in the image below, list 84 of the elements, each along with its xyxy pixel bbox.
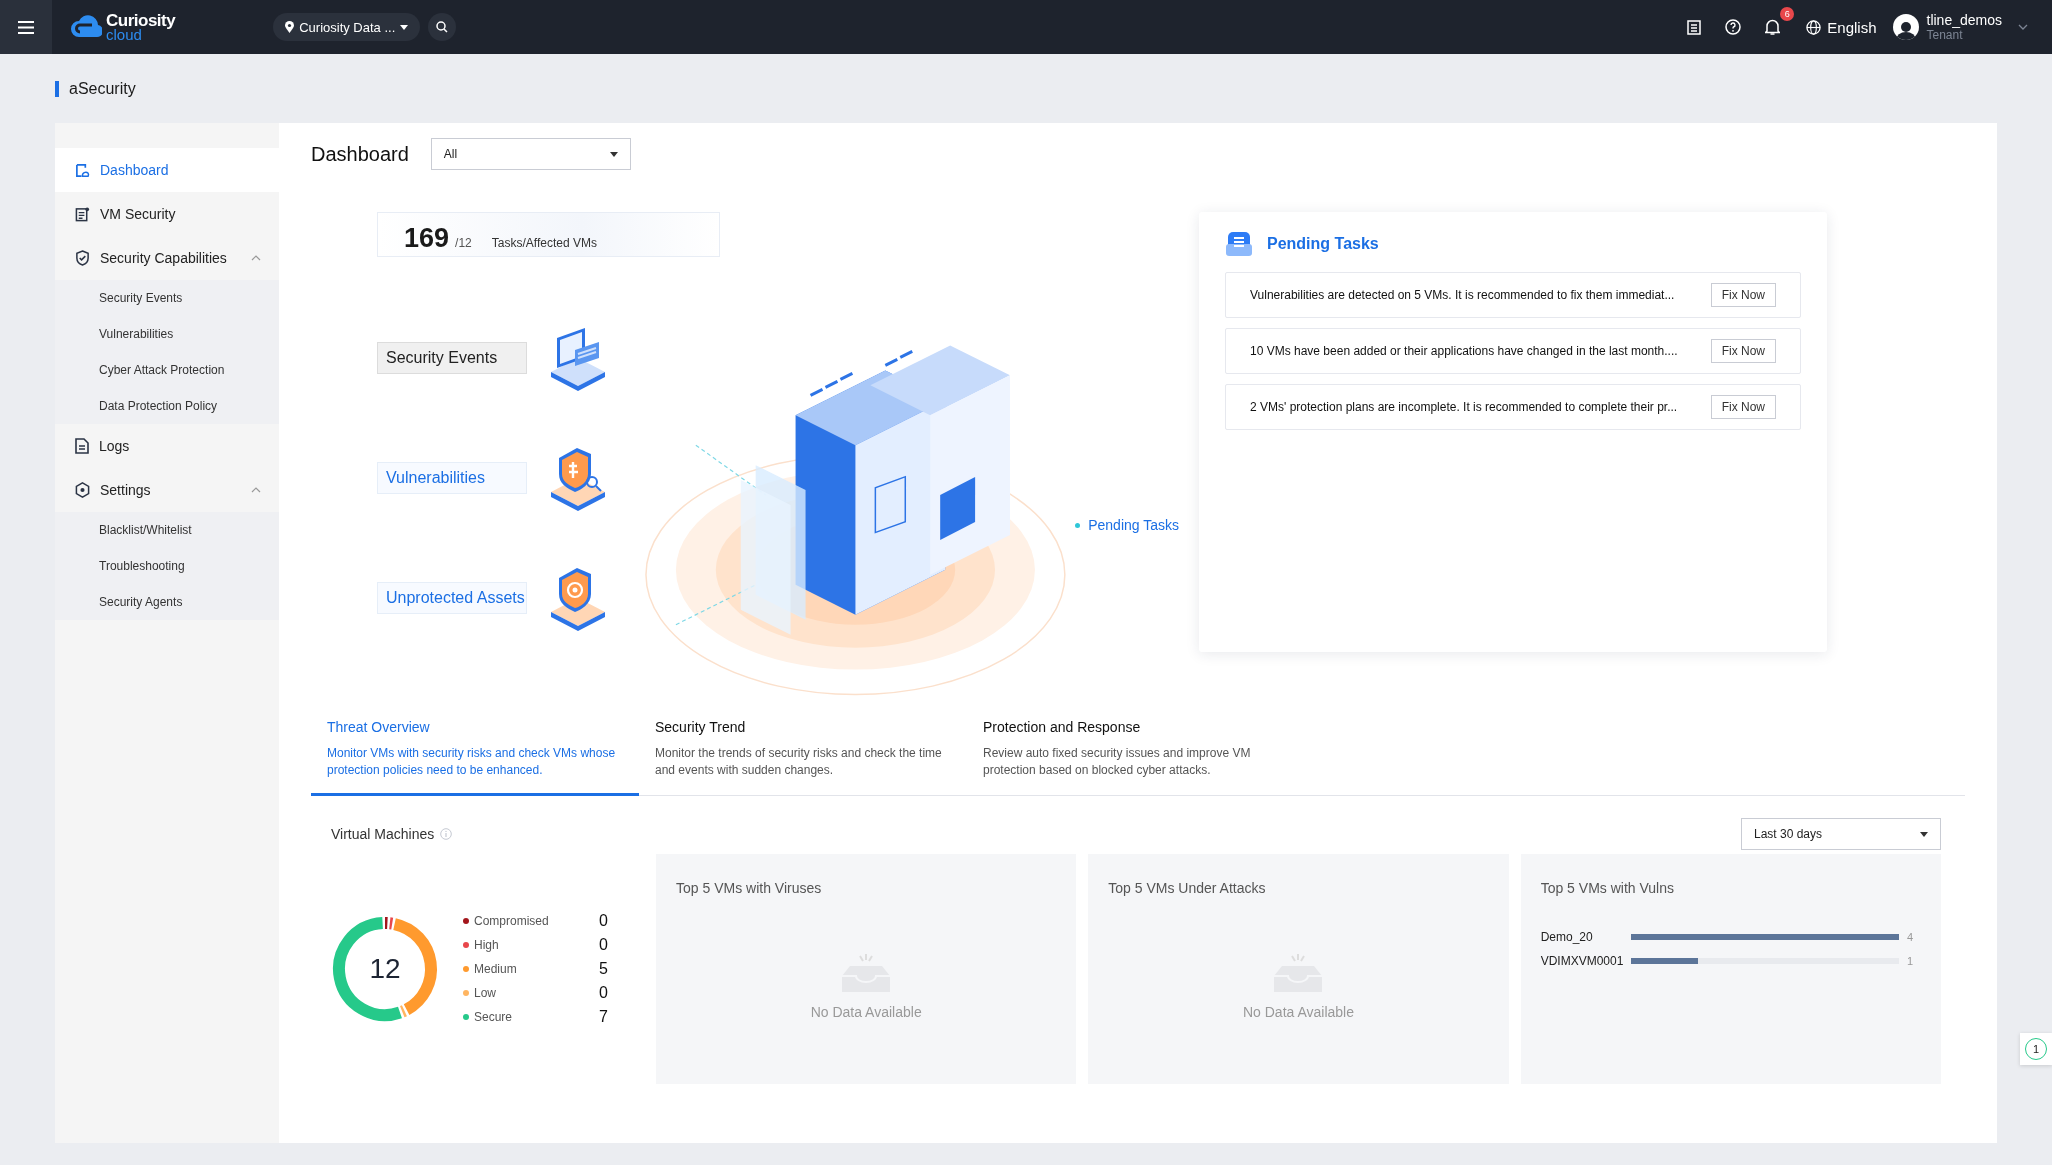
task-text: 2 VMs' protection plans are incomplete. It is recommended to complete their pr... <box>1250 400 1678 414</box>
nav-subitem[interactable]: Blacklist/Whitelist <box>55 512 279 548</box>
tab[interactable]: Protection and Response Review auto fixed security issues and improve VM protection based on blocked cyber attacks. <box>967 705 1295 796</box>
fix-now-button[interactable]: Fix Now <box>1710 283 1776 307</box>
vm-count: /12 <box>455 236 472 250</box>
pending-tasks-link[interactable]: Pending Tasks <box>1075 517 1179 533</box>
nav-item[interactable]: Dashboard <box>55 148 279 192</box>
nav-subitem[interactable]: Cyber Attack Protection <box>55 352 279 388</box>
stat-label: Tasks/Affected VMs <box>491 236 597 250</box>
fix-now-button[interactable]: Fix Now <box>1710 395 1776 419</box>
tab[interactable]: Security Trend Monitor the trends of security risks and check the time and events with sudden changes. <box>639 705 967 796</box>
nav-subitem[interactable]: Data Protection Policy <box>55 388 279 424</box>
document-icon <box>75 206 90 222</box>
feature-link[interactable]: Unprotected Assets <box>377 582 527 614</box>
location-pin-icon <box>285 21 295 33</box>
clipboard-icon <box>1687 19 1702 35</box>
vm-name: VDIMXVM0001 <box>1540 954 1623 968</box>
logo-name: Curiosity <box>106 12 176 28</box>
caret-icon <box>609 151 618 157</box>
task-text: 10 VMs have been added or their applications have changed in the last month.... <box>1250 344 1678 358</box>
nav-item[interactable]: Security Capabilities <box>55 236 279 280</box>
panel-title: Top 5 VMs with Viruses <box>676 880 823 896</box>
bar-value: 1 <box>1907 955 1915 967</box>
menu-button[interactable] <box>0 0 52 54</box>
nav-subitem[interactable]: Troubleshooting <box>55 548 279 584</box>
feature-link[interactable]: Security Events <box>377 342 527 374</box>
legend-label: Low <box>474 986 497 1000</box>
legend-label: Compromised <box>474 914 550 928</box>
avatar-icon <box>1892 14 1919 40</box>
info-icon <box>440 828 453 840</box>
settings-icon <box>75 482 90 498</box>
logo-subtitle: cloud <box>106 27 142 42</box>
nav-subitem[interactable]: Security Agents <box>55 584 279 620</box>
cloud-logo-icon <box>70 15 102 39</box>
nav-item[interactable]: Settings <box>55 468 279 512</box>
language-selector[interactable]: English <box>1806 18 1877 36</box>
nav-subitem[interactable]: Vulnerabilities <box>55 316 279 352</box>
legend-count: 5 <box>599 960 608 978</box>
globe-icon <box>1806 19 1822 35</box>
bar-value: 4 <box>1907 931 1915 943</box>
app-title: aSecurity <box>69 79 136 98</box>
panel-title: Top 5 VMs with Vulns <box>1540 880 1675 896</box>
search-button[interactable] <box>428 13 457 41</box>
legend-count: 7 <box>599 1008 608 1026</box>
task-text: Vulnerabilities are detected on 5 VMs. It is recommended to fix them immediat... <box>1250 288 1675 302</box>
nav-item[interactable]: VM Security <box>55 192 279 236</box>
empty-message: No Data Available <box>810 1004 922 1020</box>
legend-label: Medium <box>474 962 518 976</box>
fix-now-button[interactable]: Fix Now <box>1710 339 1776 363</box>
bell-icon <box>1765 19 1781 35</box>
user-menu[interactable]: tline_demos Tenant <box>1892 12 2028 42</box>
page-title: Dashboard <box>311 142 409 166</box>
user-name: tline_demos <box>1926 12 2002 28</box>
dashboard-icon <box>75 162 90 178</box>
search-icon <box>436 21 449 33</box>
vm-total: 12 <box>369 955 401 983</box>
nav-subitem[interactable]: Security Events <box>55 280 279 316</box>
shield-icon <box>75 250 90 266</box>
scope-dropdown[interactable]: All <box>430 138 631 170</box>
tasks-icon <box>1225 230 1253 258</box>
caret-icon <box>400 24 409 30</box>
document-icon <box>75 438 89 454</box>
panel-title: Top 5 VMs Under Attacks <box>1108 880 1267 896</box>
legend-count: 0 <box>599 912 608 930</box>
section-title: Virtual Machines <box>331 826 435 842</box>
legend-label: High <box>474 938 500 952</box>
chevron-down-icon <box>2018 24 2028 30</box>
tab[interactable]: Threat Overview Monitor VMs with security risks and check VMs whose protection policies need to be enhanced. <box>311 705 639 796</box>
notification-count: 6 <box>1780 7 1795 21</box>
user-role: Tenant <box>1926 28 1963 42</box>
period-dropdown[interactable]: Last 30 days <box>1741 818 1941 850</box>
empty-message: No Data Available <box>1242 1004 1354 1020</box>
task-count: 169 <box>404 223 450 254</box>
legend-count: 0 <box>599 936 608 954</box>
menu-icon <box>18 20 34 34</box>
nav-item[interactable]: Logs <box>55 424 279 468</box>
vm-name: Demo_20 <box>1540 930 1594 944</box>
feature-link[interactable]: Vulnerabilities <box>377 462 527 494</box>
help-icon <box>1725 19 1742 35</box>
legend-count: 0 <box>599 984 608 1002</box>
card-title: Pending Tasks <box>1267 235 1379 253</box>
region-selector[interactable]: Curiosity Data ... <box>273 13 421 41</box>
legend-label: Secure <box>474 1010 514 1024</box>
caret-icon <box>1920 831 1928 837</box>
